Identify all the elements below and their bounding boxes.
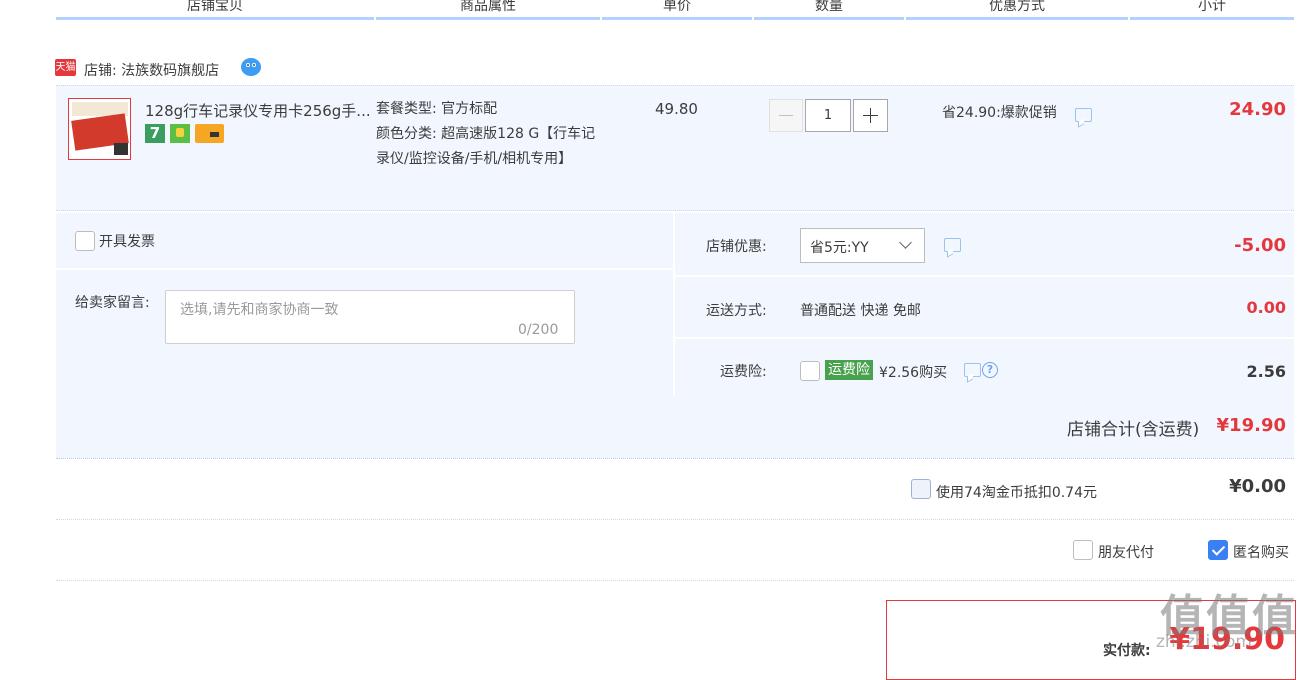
message-char-count: 0/200 — [518, 322, 559, 338]
wangwang-chat-icon[interactable] — [240, 57, 262, 77]
credit-card-icon[interactable] — [195, 124, 224, 143]
insurance-tag: 运费险 — [825, 360, 873, 380]
product-title-link[interactable]: 128g行车记录仪专用卡256g手... — [145, 100, 371, 121]
shipping-amount: 0.00 — [1246, 298, 1286, 317]
shop-discount-amount: -5.00 — [1234, 235, 1286, 256]
payment-label: 实付款: — [1103, 643, 1151, 659]
anonymous-checkbox[interactable] — [1208, 540, 1228, 560]
header-underline — [906, 17, 1128, 20]
header-underline — [56, 17, 374, 20]
comment-icon[interactable] — [1075, 108, 1092, 122]
friend-pay-label: 朋友代付 — [1098, 545, 1154, 561]
quantity-input[interactable]: 1 — [805, 99, 851, 132]
header-underline — [602, 17, 752, 20]
anonymous-label: 匿名购买 — [1233, 545, 1289, 561]
coin-deduct-checkbox[interactable] — [911, 479, 931, 499]
message-label: 给卖家留言: — [75, 295, 150, 311]
item-subtotal: 24.90 — [1229, 99, 1286, 120]
watermark-url: zhi.zhi.com — [1156, 632, 1252, 652]
comment-icon[interactable] — [944, 238, 961, 252]
shop-name-link[interactable]: 店铺: 法族数码旗舰店 — [84, 60, 219, 80]
promo-text: 省24.90:爆款促销 — [942, 105, 1057, 121]
invoice-checkbox[interactable] — [75, 231, 95, 251]
product-thumbnail[interactable] — [68, 98, 131, 160]
divider — [56, 519, 1294, 520]
tmall-badge: 天猫 — [55, 59, 76, 76]
friend-pay-checkbox[interactable] — [1073, 540, 1093, 560]
shipping-label: 运送方式: — [706, 303, 767, 319]
shop-discount-selected: 省5元:YY — [810, 240, 869, 256]
shop-total-label: 店铺合计(含运费) — [1067, 420, 1200, 440]
insurance-price: ¥2.56购买 — [879, 365, 948, 381]
seven-day-return-icon[interactable]: 7 — [145, 124, 165, 143]
coin-deduct-label: 使用74淘金币抵扣0.74元 — [936, 485, 1097, 501]
insurance-label: 运费险: — [720, 364, 767, 380]
attr-color: 颜色分类: 超高速版128 G【行车记录仪/监控设备/手机/相机专用】 — [376, 126, 596, 167]
help-icon[interactable]: ? — [982, 362, 998, 378]
shipping-method: 普通配送 快递 免邮 — [800, 303, 921, 319]
quality-guarantee-icon[interactable] — [170, 124, 190, 143]
shop-total-amount: ¥19.90 — [1216, 415, 1286, 436]
attr-package: 套餐类型: 官方标配 — [376, 101, 498, 117]
divider — [56, 268, 673, 270]
invoice-label: 开具发票 — [99, 234, 155, 250]
coin-deduct-amount: ¥0.00 — [1229, 476, 1286, 497]
shop-discount-label: 店铺优惠: — [706, 239, 767, 255]
unit-price: 49.80 — [655, 100, 698, 118]
quantity-increase-button[interactable] — [853, 99, 888, 132]
insurance-checkbox[interactable] — [800, 361, 820, 381]
quantity-decrease-button[interactable] — [769, 99, 803, 132]
header-underline — [1130, 17, 1294, 20]
message-placeholder: 选填,请先和商家协商一致 — [180, 302, 339, 318]
comment-icon[interactable] — [964, 363, 981, 377]
divider — [56, 580, 1294, 581]
insurance-amount: 2.56 — [1246, 362, 1286, 381]
header-underline — [754, 17, 904, 20]
header-underline — [376, 17, 600, 20]
